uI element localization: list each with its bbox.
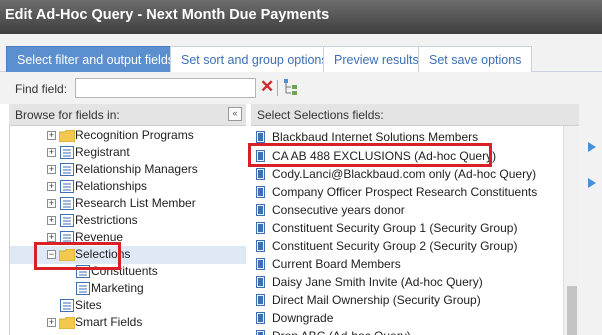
browse-fields-label: Browse for fields in: [15, 108, 120, 122]
tree-item-constituents[interactable]: Constituents [10, 263, 246, 280]
tree-item-label: Restrictions [75, 213, 138, 227]
tree-item-label: Constituents [91, 264, 158, 278]
tree-item-selections[interactable]: − Selections [10, 246, 246, 263]
expand-icon[interactable]: + [47, 131, 56, 140]
tree-item-marketing[interactable]: Marketing [10, 280, 246, 297]
tree-item-label: Marketing [91, 281, 144, 295]
expand-icon[interactable]: + [47, 182, 56, 191]
selections-field-list: Blackbaud Internet Solutions Members CA … [251, 126, 579, 335]
tree-item-restrictions[interactable]: + Restrictions [10, 212, 246, 229]
browse-fields-header: Browse for fields in: « [9, 104, 246, 126]
right-margin-strip [579, 104, 602, 335]
add-field-arrow-icon[interactable] [588, 142, 596, 152]
list-item-label: Direct Mail Ownership (Security Group) [272, 293, 481, 307]
tab-preview-results[interactable]: Preview results [323, 46, 430, 72]
selection-icon [256, 258, 265, 270]
tree-item-label: Research List Member [75, 196, 196, 210]
list-item-label: Daisy Jane Smith Invite (Ad-hoc Query) [272, 275, 483, 289]
list-item-label: Current Board Members [272, 257, 401, 271]
tab-select-fields[interactable]: Select filter and output fields [6, 46, 186, 72]
list-item-label: Constituent Security Group 1 (Security G… [272, 221, 518, 235]
tree-item-registrant[interactable]: + Registrant [10, 144, 246, 161]
tree-item-smart-fields[interactable]: + Smart Fields [10, 314, 246, 331]
selection-icon [256, 294, 265, 306]
tree-item-label: Sites [75, 298, 102, 312]
tree-item-label: Selections [75, 247, 131, 261]
browse-fields-tree: + Recognition Programs + Registrant + Re… [9, 126, 246, 335]
select-fields-header: Select Selections fields: [251, 104, 579, 126]
list-item-label: Consecutive years donor [272, 203, 405, 217]
selection-icon [256, 330, 265, 335]
tree-item-revenue[interactable]: + Revenue [10, 229, 246, 246]
collapse-panel-button[interactable]: « [228, 107, 242, 121]
scrollbar-thumb[interactable] [567, 286, 577, 335]
tab-save-options[interactable]: Set save options [418, 46, 533, 72]
selection-icon [256, 150, 265, 162]
expand-icon[interactable]: + [47, 233, 56, 242]
form-icon [76, 282, 90, 295]
list-item-label: Downgrade [272, 311, 334, 325]
form-icon [76, 265, 90, 278]
clear-search-icon[interactable]: ✕ [260, 77, 274, 97]
find-field-bar: Find field: ✕ [0, 72, 602, 104]
window-title: Edit Ad-Hoc Query - Next Month Due Payme… [0, 0, 602, 34]
tree-item-relationships[interactable]: + Relationships [10, 178, 246, 195]
form-icon [60, 214, 74, 227]
tree-item-sites[interactable]: Sites [10, 297, 246, 314]
folder-icon [59, 130, 75, 142]
list-item-label: Cody.Lanci@Blackbaud.com only (Ad-hoc Qu… [272, 167, 537, 181]
folder-icon [59, 317, 75, 329]
list-item-label: Constituent Security Group 2 (Security G… [272, 239, 518, 253]
tab-sort-group[interactable]: Set sort and group options [170, 46, 339, 72]
selection-icon [256, 186, 265, 198]
form-icon [60, 299, 74, 312]
tree-item-label: Relationship Managers [75, 162, 198, 176]
selection-icon [256, 131, 265, 143]
folder-open-icon [59, 249, 75, 261]
list-item-label: Blackbaud Internet Solutions Members [272, 130, 479, 144]
find-field-label: Find field: [15, 82, 68, 96]
form-icon [60, 231, 74, 244]
toolbar-separator [277, 80, 278, 96]
selection-icon [256, 240, 265, 252]
expand-icon[interactable]: + [47, 216, 56, 225]
selection-icon [256, 312, 265, 324]
selection-icon [256, 276, 265, 288]
find-field-input[interactable] [75, 78, 256, 98]
form-icon [60, 197, 74, 210]
selection-icon [256, 222, 265, 234]
tree-item-recognition-programs[interactable]: + Recognition Programs [10, 127, 246, 144]
list-item-label: Drop ABC (Ad-hoc Query) [272, 327, 411, 335]
tab-strip: Select filter and output fields Set sort… [0, 34, 602, 72]
select-fields-label: Select Selections fields: [257, 108, 384, 122]
collapse-icon[interactable]: − [47, 250, 56, 259]
list-item-label: CA AB 488 EXCLUSIONS (Ad-hoc Query) [272, 149, 497, 163]
expand-icon[interactable]: + [47, 165, 56, 174]
expand-icon[interactable]: + [47, 148, 56, 157]
tree-item-relationship-managers[interactable]: + Relationship Managers [10, 161, 246, 178]
tree-item-label: Recognition Programs [75, 128, 194, 142]
tree-item-label: Revenue [75, 230, 124, 244]
tree-item-label: Relationships [75, 179, 148, 193]
form-icon [60, 163, 74, 176]
selection-icon [256, 168, 265, 180]
tree-item-label: Smart Fields [75, 315, 143, 329]
list-item-label: Company Officer Prospect Research Consti… [272, 185, 538, 199]
add-field-arrow-icon[interactable] [588, 178, 596, 188]
form-icon [60, 146, 74, 159]
tree-item-research-list-member[interactable]: + Research List Member [10, 195, 246, 212]
expand-icon[interactable]: + [47, 199, 56, 208]
form-icon [60, 180, 74, 193]
expand-icon[interactable]: + [47, 318, 56, 327]
tree-view-icon[interactable] [283, 78, 299, 96]
tree-item-label: Registrant [75, 145, 130, 159]
selection-icon [256, 204, 265, 216]
fields-list-scrollbar[interactable] [563, 126, 579, 335]
